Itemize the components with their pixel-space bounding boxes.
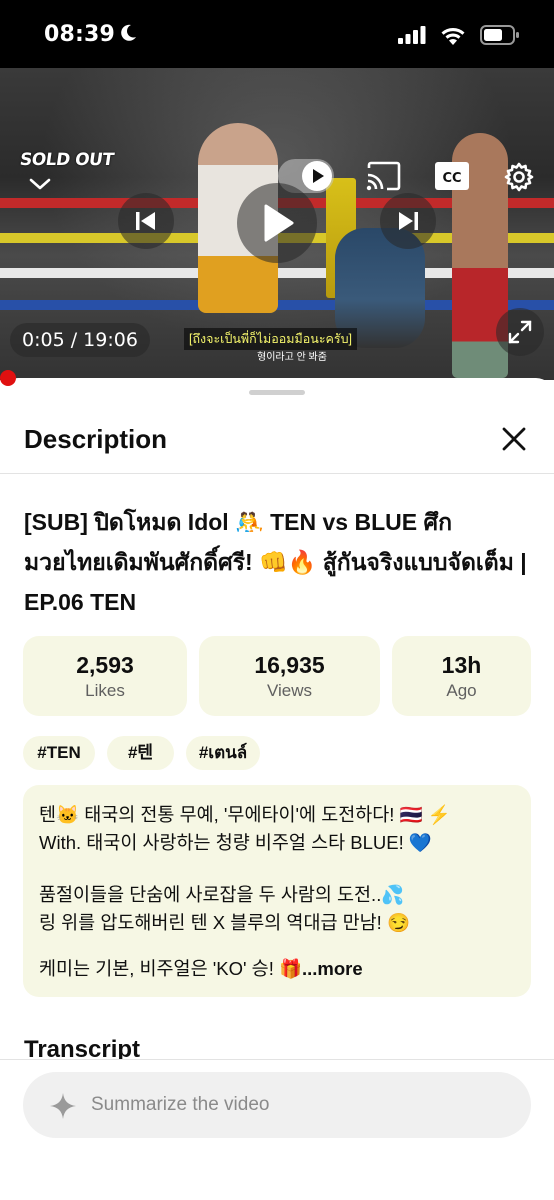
stat-label: Likes (85, 681, 125, 700)
status-bar: 08:39 (0, 0, 554, 68)
summarize-input[interactable]: Summarize the video (23, 1072, 531, 1138)
drag-handle[interactable] (249, 390, 305, 395)
play-button[interactable] (237, 183, 317, 263)
hashtag-ten-korean[interactable]: #텐 (107, 736, 174, 770)
autoplay-knob (302, 161, 332, 191)
summarize-placeholder: Summarize the video (91, 1094, 270, 1115)
duration: 19:06 (83, 329, 138, 351)
progress-scrubber[interactable] (0, 370, 16, 386)
skip-next-icon (399, 212, 418, 230)
svg-text:CC: CC (442, 171, 461, 186)
description-line: 품절이들을 단숨에 사로잡을 두 사람의 도전..💦 (39, 884, 405, 905)
subtitle-korean: 형이라고 안 봐줌 (257, 352, 327, 363)
signal-icon (398, 26, 426, 44)
description-line: 링 위를 압도해버린 텐 X 블루의 역대급 만남! 😏 (39, 912, 410, 933)
transcript-heading: Transcript (24, 1036, 141, 1060)
wifi-icon (441, 27, 465, 45)
stat-likes: 2,593 Likes (23, 636, 187, 716)
description-line: With. 태국이 사랑하는 청량 비주얼 스타 BLUE! 💙 (39, 832, 432, 853)
battery-icon (480, 25, 519, 45)
sparkle-icon (50, 1093, 76, 1119)
description-box[interactable]: 텐🐱 태국의 전통 무예, '무에타이'에 도전하다! 🇹🇭 ⚡ With. 태… (23, 785, 531, 997)
hashtag-ten-thai[interactable]: #เตนล์ (186, 736, 260, 770)
sheet-title: Description (24, 424, 168, 454)
status-time: 08:39 (44, 22, 116, 47)
captions-icon[interactable]: CC (435, 162, 469, 190)
time-separator: / (64, 329, 84, 351)
fullscreen-button[interactable] (496, 308, 544, 356)
description-line: 케미는 기본, 비주얼은 'KO' 승! 🎁 (39, 958, 303, 979)
settings-gear-icon[interactable] (504, 162, 534, 192)
channel-logo: SOLD OUT (18, 150, 115, 170)
description-line: 텐🐱 태국의 전통 무예, '무에타이'에 도전하다! 🇹🇭 ⚡ (39, 804, 451, 825)
collapse-chevron-icon[interactable] (28, 176, 52, 192)
current-time: 0:05 (22, 329, 65, 351)
stat-label: Ago (446, 681, 477, 700)
subtitle-thai: [ถึงจะเป็นพี่ก็ไม่ออมมือนะครับ] (184, 328, 358, 350)
next-button[interactable] (380, 193, 436, 249)
autoplay-play-icon (313, 169, 324, 183)
description-line-last: 케미는 기본, 비주얼은 'KO' 승! 🎁...more (39, 955, 363, 981)
time-display: 0:05 / 19:06 (10, 323, 150, 357)
moon-icon (121, 24, 136, 41)
previous-button[interactable] (118, 193, 174, 249)
close-icon[interactable] (500, 425, 528, 453)
fullscreen-icon (508, 320, 532, 344)
stat-value: 16,935 (254, 652, 325, 678)
stat-label: Views (266, 681, 313, 700)
play-icon (264, 204, 294, 242)
header-divider (0, 473, 554, 474)
stat-value: 2,593 (76, 652, 134, 678)
stat-value: 13h (441, 652, 482, 678)
cast-icon[interactable] (366, 161, 402, 191)
status-icons (398, 25, 520, 45)
more-link[interactable]: ...more (302, 958, 363, 979)
video-title: [SUB] ปิดโหมด Idol 🤼 TEN vs BLUE ศึกมวยไ… (24, 509, 527, 615)
hashtag-ten[interactable]: #TEN (23, 736, 95, 770)
stat-views: 16,935 Views (199, 636, 380, 716)
skip-previous-icon (136, 212, 155, 230)
stat-ago: 13h Ago (392, 636, 531, 716)
